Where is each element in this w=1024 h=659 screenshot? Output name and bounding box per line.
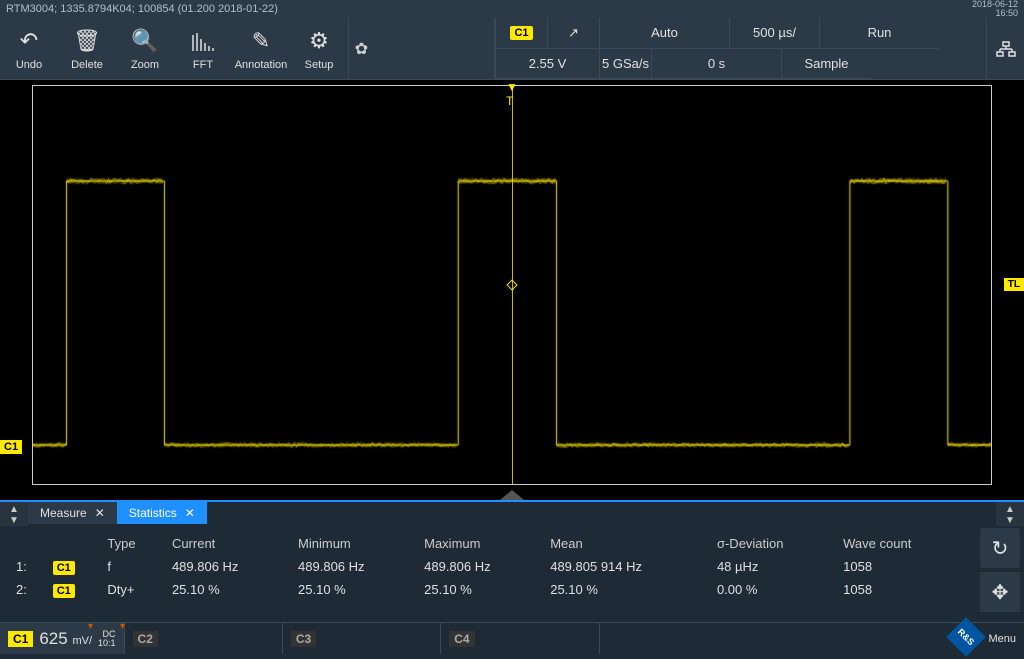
tab-statistics[interactable]: Statistics ✕ [117,502,207,524]
tab-statistics-label: Statistics [129,506,177,520]
close-icon[interactable]: ✕ [185,506,195,520]
stats-row[interactable]: 1: C1 f 489.806 Hz 489.806 Hz 489.806 Hz… [10,555,966,578]
datetime: 2018-06-1216:50 [972,0,1018,18]
stats-header-row: Type Current Minimum Maximum Mean σ-Devi… [10,532,966,555]
trash-icon: 🗑 [73,27,101,55]
channel-c2[interactable]: C2 [125,623,283,654]
undo-button[interactable]: ↶ Undo [0,18,58,79]
status-run[interactable]: Run [819,18,939,49]
device-info: RTM3004; 1335.8794K04; 100854 (01.200 20… [6,3,278,15]
c4-label: C4 [449,631,474,647]
triangle-up-icon: ▲ [9,504,19,515]
tabs-spinner-left[interactable]: ▲ ▼ [0,502,28,526]
statistics-table: Type Current Minimum Maximum Mean σ-Devi… [0,524,976,622]
side-buttons: ↻ ✥ [976,524,1024,622]
zoom-label: Zoom [131,59,159,71]
c2-label: C2 [133,631,158,647]
menu-button[interactable]: R&S Menu [944,623,1024,654]
status-channel[interactable]: C1 [495,18,547,49]
fft-button[interactable]: FFT [174,18,232,79]
bandwidth-arrow-icon: ▾ [120,621,125,632]
collapse-handle-icon[interactable] [500,490,524,500]
delete-label: Delete [71,59,103,71]
toolbar-settings-button[interactable]: ✿ [348,18,374,79]
statistics-panel: Type Current Minimum Maximum Mean σ-Devi… [0,524,1024,622]
status-timebase[interactable]: 500 µs/ [729,18,819,49]
undo-icon: ↶ [20,27,38,55]
rising-edge-icon: ↗ [568,25,579,41]
channel-c4[interactable]: C4 [441,623,599,654]
fft-icon [191,27,215,55]
tab-measure-label: Measure [40,506,87,520]
c1-label: C1 [8,631,33,647]
status-trigger-level[interactable]: 2.55 V [495,49,599,80]
status-delay[interactable]: 0 s [651,49,781,80]
status-sample-rate[interactable]: 5 GSa/s [599,49,651,80]
channel-c1[interactable]: C1 625 mV/ ▾ ▾ DC10:1 [0,623,125,654]
close-icon[interactable]: ✕ [95,506,105,520]
status-acquisition[interactable]: Sample [781,49,871,80]
cursor-icon: ✥ [992,580,1009,605]
annotation-button[interactable]: ✎ Annotation [232,18,290,79]
channel-c3[interactable]: C3 [283,623,441,654]
network-icon[interactable] [986,18,1024,79]
zoom-icon: 🔍 [131,27,158,55]
tab-measure[interactable]: Measure ✕ [28,502,117,524]
menu-label: Menu [988,633,1016,645]
stats-row[interactable]: 2: C1 Dty+ 25.10 % 25.10 % 25.10 % 25.10… [10,578,966,601]
zoom-button[interactable]: 🔍 Zoom [116,18,174,79]
setup-label: Setup [305,59,334,71]
tabs-spinner-right[interactable]: ▲ ▼ [996,502,1024,526]
annotation-label: Annotation [235,59,288,71]
toolbar: ↶ Undo 🗑 Delete 🔍 Zoom FFT ✎ Annotation … [0,18,348,79]
refresh-icon: ↻ [992,536,1009,561]
channel-bar: C1 625 mV/ ▾ ▾ DC10:1 C2 C3 C4 R&S Menu [0,622,1024,654]
tl-marker[interactable]: TL [1004,278,1024,291]
title-bar: RTM3004; 1335.8794K04; 100854 (01.200 20… [0,0,1024,18]
c1-scale: 625 mV/ [39,629,92,649]
small-gear-icon: ✿ [355,39,368,59]
status-grid: C1 ↗ Auto 500 µs/ Run 2.55 V 5 GSa/s 0 s… [494,18,986,79]
bandwidth-arrow-icon: ▾ [88,621,93,632]
status-edge[interactable]: ↗ [547,18,599,49]
gear-icon: ⚙ [309,27,329,55]
c1-marker[interactable]: C1 [0,440,22,454]
c1-coupling: DC10:1 [98,630,116,648]
rs-logo-icon: R&S [947,617,987,657]
setup-button[interactable]: ⚙ Setup [290,18,348,79]
fft-label: FFT [193,59,213,71]
undo-label: Undo [16,59,42,71]
c3-label: C3 [291,631,316,647]
cursor-button[interactable]: ✥ [980,572,1020,612]
refresh-button[interactable]: ↻ [980,528,1020,568]
waveform-area[interactable]: ▼ T C1 TL [0,80,1024,500]
status-mode[interactable]: Auto [599,18,729,49]
tabs-row: ▲ ▼ Measure ✕ Statistics ✕ ▲ ▼ [0,500,1024,524]
pencil-icon: ✎ [252,27,270,55]
delete-button[interactable]: 🗑 Delete [58,18,116,79]
triangle-up-icon: ▲ [1005,504,1015,515]
top-area: ↶ Undo 🗑 Delete 🔍 Zoom FFT ✎ Annotation … [0,18,1024,80]
